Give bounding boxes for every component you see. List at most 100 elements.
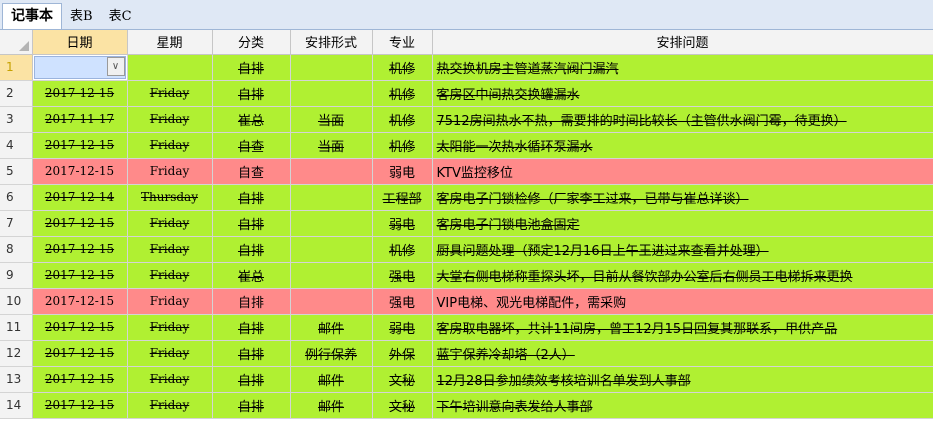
cell-arrangement[interactable] xyxy=(290,210,373,237)
cell-date[interactable]: 2017-12-15 xyxy=(32,80,128,107)
cell-specialty[interactable]: 机修 xyxy=(372,236,433,263)
cell-issue[interactable]: 大堂右侧电梯称重探头坏，目前从餐饮部办公室后右侧员工电梯拆来更换 xyxy=(432,262,933,289)
cell-arrangement[interactable] xyxy=(290,236,373,263)
cell-date[interactable]: 2017-12-15 xyxy=(32,210,128,237)
cell-arrangement[interactable] xyxy=(290,288,373,315)
cell-issue[interactable]: 客房区中间热交换罐漏水 xyxy=(432,80,933,107)
cell-specialty[interactable]: 强电 xyxy=(372,288,433,315)
tab-notebook[interactable]: 记事本 xyxy=(2,3,62,29)
row-number[interactable]: 14 xyxy=(0,392,33,419)
cell-arrangement[interactable]: 邮件 xyxy=(290,314,373,341)
cell-date[interactable]: 2017-12-15 xyxy=(32,236,128,263)
row-number[interactable]: 3 xyxy=(0,106,33,133)
cell-weekday[interactable]: Friday xyxy=(127,262,213,289)
tab-sheet-b[interactable]: 表B xyxy=(62,4,101,29)
cell-date[interactable]: 2017-12-15 xyxy=(32,340,128,367)
cell-date[interactable]: 2017-12-15 xyxy=(32,132,128,159)
cell-weekday[interactable]: Friday xyxy=(127,210,213,237)
cell-weekday[interactable]: Friday xyxy=(127,366,213,393)
cell-category[interactable]: 崔总 xyxy=(212,262,291,289)
row-number[interactable]: 1 xyxy=(0,54,33,81)
cell-issue[interactable]: 热交换机房主管道蒸汽阀门漏汽 xyxy=(432,54,933,81)
cell-category[interactable]: 自排 xyxy=(212,314,291,341)
cell-weekday[interactable]: Friday xyxy=(127,340,213,367)
cell-specialty[interactable]: 机修 xyxy=(372,54,433,81)
column-header-issue[interactable]: 安排问题 xyxy=(432,30,933,55)
cell-issue[interactable]: 蓝宇保养冷却塔（2人） xyxy=(432,340,933,367)
cell-specialty[interactable]: 外保 xyxy=(372,340,433,367)
cell-specialty[interactable]: 弱电 xyxy=(372,210,433,237)
row-number[interactable]: 9 xyxy=(0,262,33,289)
cell-category[interactable]: 自排 xyxy=(212,210,291,237)
cell-issue[interactable]: 下午培训意向表发给人事部 xyxy=(432,392,933,419)
cell-date[interactable]: 2017-12-14 xyxy=(32,184,128,211)
cell-category[interactable]: 自排 xyxy=(212,288,291,315)
cell-weekday[interactable] xyxy=(127,54,213,81)
row-number[interactable]: 2 xyxy=(0,80,33,107)
column-header-category[interactable]: 分类 xyxy=(212,30,291,55)
row-number[interactable]: 7 xyxy=(0,210,33,237)
cell-category[interactable]: 自查 xyxy=(212,158,291,185)
cell-arrangement[interactable]: 邮件 xyxy=(290,392,373,419)
cell-issue[interactable]: 12月28日参加绩效考核培训名单发到人事部 xyxy=(432,366,933,393)
cell-date[interactable]: 2017-12-15 xyxy=(32,366,128,393)
cell-category[interactable]: 自排 xyxy=(212,80,291,107)
row-number[interactable]: 10 xyxy=(0,288,33,315)
cell-specialty[interactable]: 弱电 xyxy=(372,314,433,341)
row-number[interactable]: 8 xyxy=(0,236,33,263)
cell-arrangement[interactable] xyxy=(290,262,373,289)
cell-date[interactable]: 2017-12-15 xyxy=(32,288,128,315)
cell-date[interactable]: 2017-12-15 xyxy=(32,262,128,289)
cell-weekday[interactable]: Friday xyxy=(127,132,213,159)
cell-category[interactable]: 自排 xyxy=(212,236,291,263)
row-number[interactable]: 6 xyxy=(0,184,33,211)
cell-issue[interactable]: KTV监控移位 xyxy=(432,158,933,185)
cell-date[interactable]: 2017-12-15 xyxy=(32,158,128,185)
cell-date[interactable]: ∨ xyxy=(32,54,128,81)
cell-issue[interactable]: 7512房间热水不热，需要排的时间比较长（主管供水阀门霉，待更换） xyxy=(432,106,933,133)
column-header-date[interactable]: 日期 xyxy=(32,30,128,55)
cell-arrangement[interactable] xyxy=(290,184,373,211)
cell-specialty[interactable]: 强电 xyxy=(372,262,433,289)
cell-issue[interactable]: VIP电梯、观光电梯配件，需采购 xyxy=(432,288,933,315)
column-header-weekday[interactable]: 星期 xyxy=(127,30,213,55)
cell-issue[interactable]: 客房电子门锁检修（厂家李工过来，已带与崔总详谈） xyxy=(432,184,933,211)
cell-category[interactable]: 自排 xyxy=(212,340,291,367)
cell-weekday[interactable]: Friday xyxy=(127,236,213,263)
cell-specialty[interactable]: 文秘 xyxy=(372,366,433,393)
cell-arrangement[interactable] xyxy=(290,80,373,107)
cell-category[interactable]: 自排 xyxy=(212,184,291,211)
cell-arrangement[interactable]: 当面 xyxy=(290,132,373,159)
cell-category[interactable]: 崔总 xyxy=(212,106,291,133)
cell-date[interactable]: 2017-11-17 xyxy=(32,106,128,133)
cell-weekday[interactable]: Friday xyxy=(127,392,213,419)
cell-arrangement[interactable]: 当面 xyxy=(290,106,373,133)
cell-arrangement[interactable]: 邮件 xyxy=(290,366,373,393)
tab-sheet-c[interactable]: 表C xyxy=(101,4,140,29)
cell-category[interactable]: 自排 xyxy=(212,392,291,419)
cell-arrangement[interactable] xyxy=(290,54,373,81)
column-header-arrangement[interactable]: 安排形式 xyxy=(290,30,373,55)
cell-specialty[interactable]: 文秘 xyxy=(372,392,433,419)
cell-specialty[interactable]: 工程部 xyxy=(372,184,433,211)
select-all-corner[interactable] xyxy=(0,30,33,55)
cell-date[interactable]: 2017-12-15 xyxy=(32,314,128,341)
row-number[interactable]: 13 xyxy=(0,366,33,393)
cell-issue[interactable]: 客房电子门锁电池盒固定 xyxy=(432,210,933,237)
cell-weekday[interactable]: Thursday xyxy=(127,184,213,211)
cell-issue[interactable]: 厨具问题处理（预定12月16日上午王进过来查看并处理） xyxy=(432,236,933,263)
cell-specialty[interactable]: 机修 xyxy=(372,106,433,133)
cell-category[interactable]: 自排 xyxy=(212,366,291,393)
cell-specialty[interactable]: 机修 xyxy=(372,132,433,159)
cell-weekday[interactable]: Friday xyxy=(127,80,213,107)
row-number[interactable]: 12 xyxy=(0,340,33,367)
row-number[interactable]: 5 xyxy=(0,158,33,185)
cell-weekday[interactable]: Friday xyxy=(127,288,213,315)
cell-issue[interactable]: 太阳能一次热水循环泵漏水 xyxy=(432,132,933,159)
column-header-specialty[interactable]: 专业 xyxy=(372,30,433,55)
row-number[interactable]: 4 xyxy=(0,132,33,159)
cell-issue[interactable]: 客房取电器坏，共计11间房，曾工12月15日回复其那联系，甲供产品 xyxy=(432,314,933,341)
cell-weekday[interactable]: Friday xyxy=(127,106,213,133)
cell-weekday[interactable]: Friday xyxy=(127,314,213,341)
cell-category[interactable]: 自排 xyxy=(212,54,291,81)
